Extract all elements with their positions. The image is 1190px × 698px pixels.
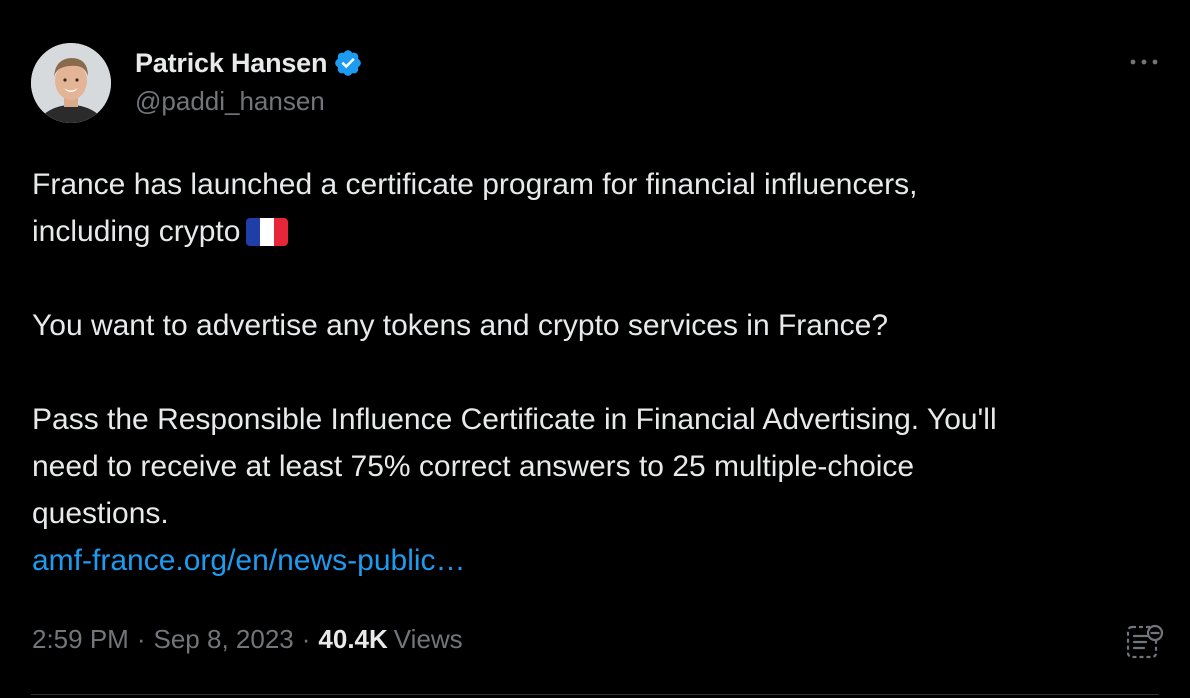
france-flag-icon [246,218,289,246]
tweet-link-line: amf-france.org/en/news-public… [32,537,1167,584]
avatar-photo-icon [31,43,111,123]
tweet-text-segment: including crypto [32,215,241,248]
tweet-link[interactable]: amf-france.org/en/news-public… [32,544,466,577]
tweet-meta: 2:59 PM · Sep 8, 2023 · 40.4K Views [32,624,463,655]
tweet-text-line: including crypto [32,208,1167,255]
meta-separator: · [136,624,146,654]
post-analytics-icon [1126,624,1164,659]
author-name-row: Patrick Hansen [135,46,363,80]
author-display-name[interactable]: Patrick Hansen [135,48,327,79]
author-handle[interactable]: @paddi_hansen [135,86,325,117]
tweet-text-line: need to receive at least 75% correct ans… [32,450,915,483]
more-horizontal-icon [1130,59,1158,65]
views-label: Views [393,624,463,654]
tweet-card: Patrick Hansen @paddi_hansen France has … [0,0,1190,698]
tweet-text-line: You want to advertise any tokens and cry… [32,309,889,342]
divider [31,694,1159,695]
avatar[interactable] [31,43,111,123]
tweet-text: France has launched a certificate progra… [32,161,1167,584]
tweet-time[interactable]: 2:59 PM [32,624,129,655]
meta-separator: · [301,624,311,654]
tweet-text-line: Pass the Responsible Influence Certifica… [32,403,997,436]
tweet-date[interactable]: Sep 8, 2023 [154,624,294,655]
tweet-text-line: France has launched a certificate progra… [32,168,918,201]
verified-badge-icon[interactable] [333,48,363,78]
views-count: 40.4K [318,624,388,654]
post-analytics-button[interactable] [1124,622,1164,662]
more-options-button[interactable] [1126,52,1162,72]
tweet-text-line: questions. [32,497,169,530]
